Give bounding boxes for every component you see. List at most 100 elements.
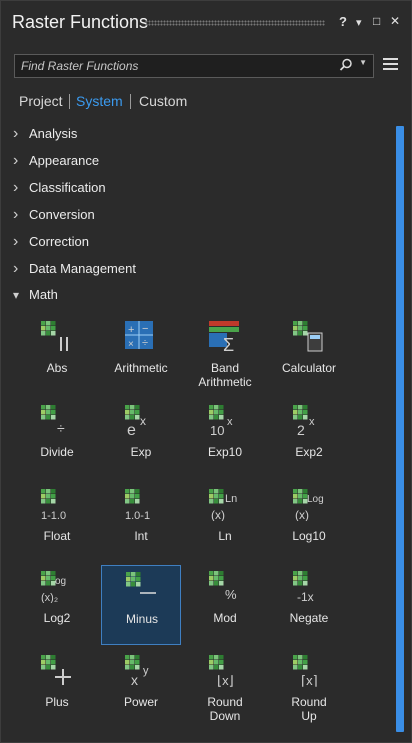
function-label: Int <box>134 529 148 543</box>
svg-text:y: y <box>143 665 149 677</box>
close-button[interactable]: ✕ <box>390 14 400 28</box>
function-label: Exp <box>130 445 152 459</box>
svg-text:2: 2 <box>297 422 305 437</box>
function-tile-ln[interactable]: Ln (x) Ln <box>185 483 265 563</box>
function-tile-log2[interactable]: og (x)₂ Log2 <box>17 565 97 645</box>
function-tile-arithmetic[interactable]: + − × ÷ Arithmetic <box>101 315 181 395</box>
drag-grip[interactable] <box>145 20 325 26</box>
category-label: Data Management <box>29 261 136 276</box>
tab-system[interactable]: System <box>76 93 123 109</box>
function-label: Round Up <box>291 695 327 723</box>
category-label: Math <box>29 287 58 302</box>
category-label: Analysis <box>29 126 78 141</box>
tab-project[interactable]: Project <box>19 93 63 109</box>
function-tile-exp10[interactable]: 10 x Exp10 <box>185 399 265 479</box>
svg-text:Log: Log <box>307 494 324 505</box>
svg-text:10: 10 <box>210 423 224 437</box>
category-analysis[interactable]: › Analysis <box>13 125 77 147</box>
hamburger-menu-icon[interactable] <box>383 58 398 73</box>
chevron-down-icon[interactable]: ▾ <box>13 288 29 302</box>
category-label: Correction <box>29 234 89 249</box>
function-label: Power <box>123 695 158 709</box>
tab-custom[interactable]: Custom <box>139 93 187 109</box>
function-label: Ln <box>218 529 232 543</box>
svg-text:1-1.0: 1-1.0 <box>41 510 66 521</box>
category-classification[interactable]: › Classification <box>13 179 106 201</box>
svg-text:⌊x⌋: ⌊x⌋ <box>217 673 234 687</box>
svg-text:og: og <box>55 576 66 587</box>
tab-separator <box>130 94 131 109</box>
svg-text:÷: ÷ <box>142 337 148 349</box>
function-label: Log2 <box>43 611 71 625</box>
function-tile-mod[interactable]: % Mod <box>185 565 265 645</box>
function-tile-minus[interactable]: Minus <box>101 565 181 645</box>
function-label: Float <box>43 529 71 543</box>
function-tile-power[interactable]: x y Power <box>101 649 181 729</box>
chevron-right-icon[interactable]: › <box>13 152 29 170</box>
svg-text:x: x <box>309 416 315 428</box>
svg-text:(x): (x) <box>211 508 225 521</box>
function-label: Negate <box>289 611 329 625</box>
search-box: ▼ <box>14 54 374 78</box>
svg-text:⌈x⌉: ⌈x⌉ <box>301 673 318 687</box>
chevron-right-icon[interactable]: › <box>13 260 29 278</box>
function-label: Minus <box>125 612 158 626</box>
category-math[interactable]: ▾ Math <box>13 287 58 309</box>
svg-text:+: + <box>128 324 134 336</box>
category-correction[interactable]: › Correction <box>13 233 89 255</box>
help-button[interactable]: ? <box>339 14 347 29</box>
svg-text:(x)₂: (x)₂ <box>41 592 58 603</box>
function-tile-int[interactable]: 1.0-1 Int <box>101 483 181 563</box>
function-label: Exp10 <box>207 445 243 459</box>
svg-text:x: x <box>140 414 146 428</box>
function-label: Exp2 <box>295 445 323 459</box>
function-label: Round Down <box>207 695 243 723</box>
function-label: Divide <box>40 445 74 459</box>
search-options-dropdown-icon[interactable]: ▼ <box>359 58 367 67</box>
scrollbar-thumb[interactable] <box>396 126 404 732</box>
category-label: Appearance <box>29 153 100 168</box>
chevron-right-icon[interactable]: › <box>13 179 29 197</box>
category-conversion[interactable]: › Conversion <box>13 206 95 228</box>
search-input[interactable] <box>15 55 341 77</box>
function-tile-round-up[interactable]: ⌈x⌉ Round Up <box>269 649 349 729</box>
function-tile-band-arithmetic[interactable]: Σ Band Arithmetic <box>185 315 265 395</box>
chevron-right-icon[interactable]: › <box>13 206 29 224</box>
pane-menu-button[interactable]: ▾ <box>356 16 362 29</box>
pane-title: Raster Functions <box>12 12 149 32</box>
category-data-management[interactable]: › Data Management <box>13 260 136 282</box>
svg-text:(x): (x) <box>295 508 309 521</box>
category-appearance[interactable]: › Appearance <box>13 152 99 174</box>
svg-text:e: e <box>127 422 136 437</box>
svg-text:−: − <box>142 323 148 335</box>
function-tile-exp[interactable]: e x Exp <box>101 399 181 479</box>
raster-functions-pane: Raster Functions ? ▾ □ ✕ ▼ Project Syste… <box>0 0 412 743</box>
function-label: Calculator <box>281 361 337 375</box>
svg-text:%: % <box>225 587 237 602</box>
function-tile-round-down[interactable]: ⌊x⌋ Round Down <box>185 649 265 729</box>
function-tile-calculator[interactable]: Calculator <box>269 315 349 395</box>
function-tile-exp2[interactable]: 2 x Exp2 <box>269 399 349 479</box>
function-tile-float[interactable]: 1-1.0 Float <box>17 483 97 563</box>
function-label: Band Arithmetic <box>198 361 252 389</box>
svg-text:Ln: Ln <box>225 493 237 505</box>
restore-button[interactable]: □ <box>373 14 380 28</box>
function-label: Abs <box>46 361 68 375</box>
svg-text:x: x <box>131 672 138 687</box>
search-icon[interactable] <box>339 58 353 77</box>
function-tile-negate[interactable]: -1x Negate <box>269 565 349 645</box>
tab-separator <box>69 94 70 109</box>
chevron-right-icon[interactable]: › <box>13 125 29 143</box>
function-tile-log10[interactable]: Log (x) Log10 <box>269 483 349 563</box>
function-tile-divide[interactable]: ÷ Divide <box>17 399 97 479</box>
svg-text:1.0-1: 1.0-1 <box>125 510 150 521</box>
function-label: Log10 <box>292 529 326 543</box>
chevron-right-icon[interactable]: › <box>13 233 29 251</box>
pane-title-bar[interactable]: Raster Functions ? ▾ □ ✕ <box>1 1 411 45</box>
svg-text:x: x <box>227 416 233 428</box>
svg-text:Σ: Σ <box>223 335 234 353</box>
category-label: Conversion <box>29 207 95 222</box>
function-tile-plus[interactable]: Plus <box>17 649 97 729</box>
function-tile-abs[interactable]: Abs <box>17 315 97 395</box>
function-label: Plus <box>45 695 69 709</box>
